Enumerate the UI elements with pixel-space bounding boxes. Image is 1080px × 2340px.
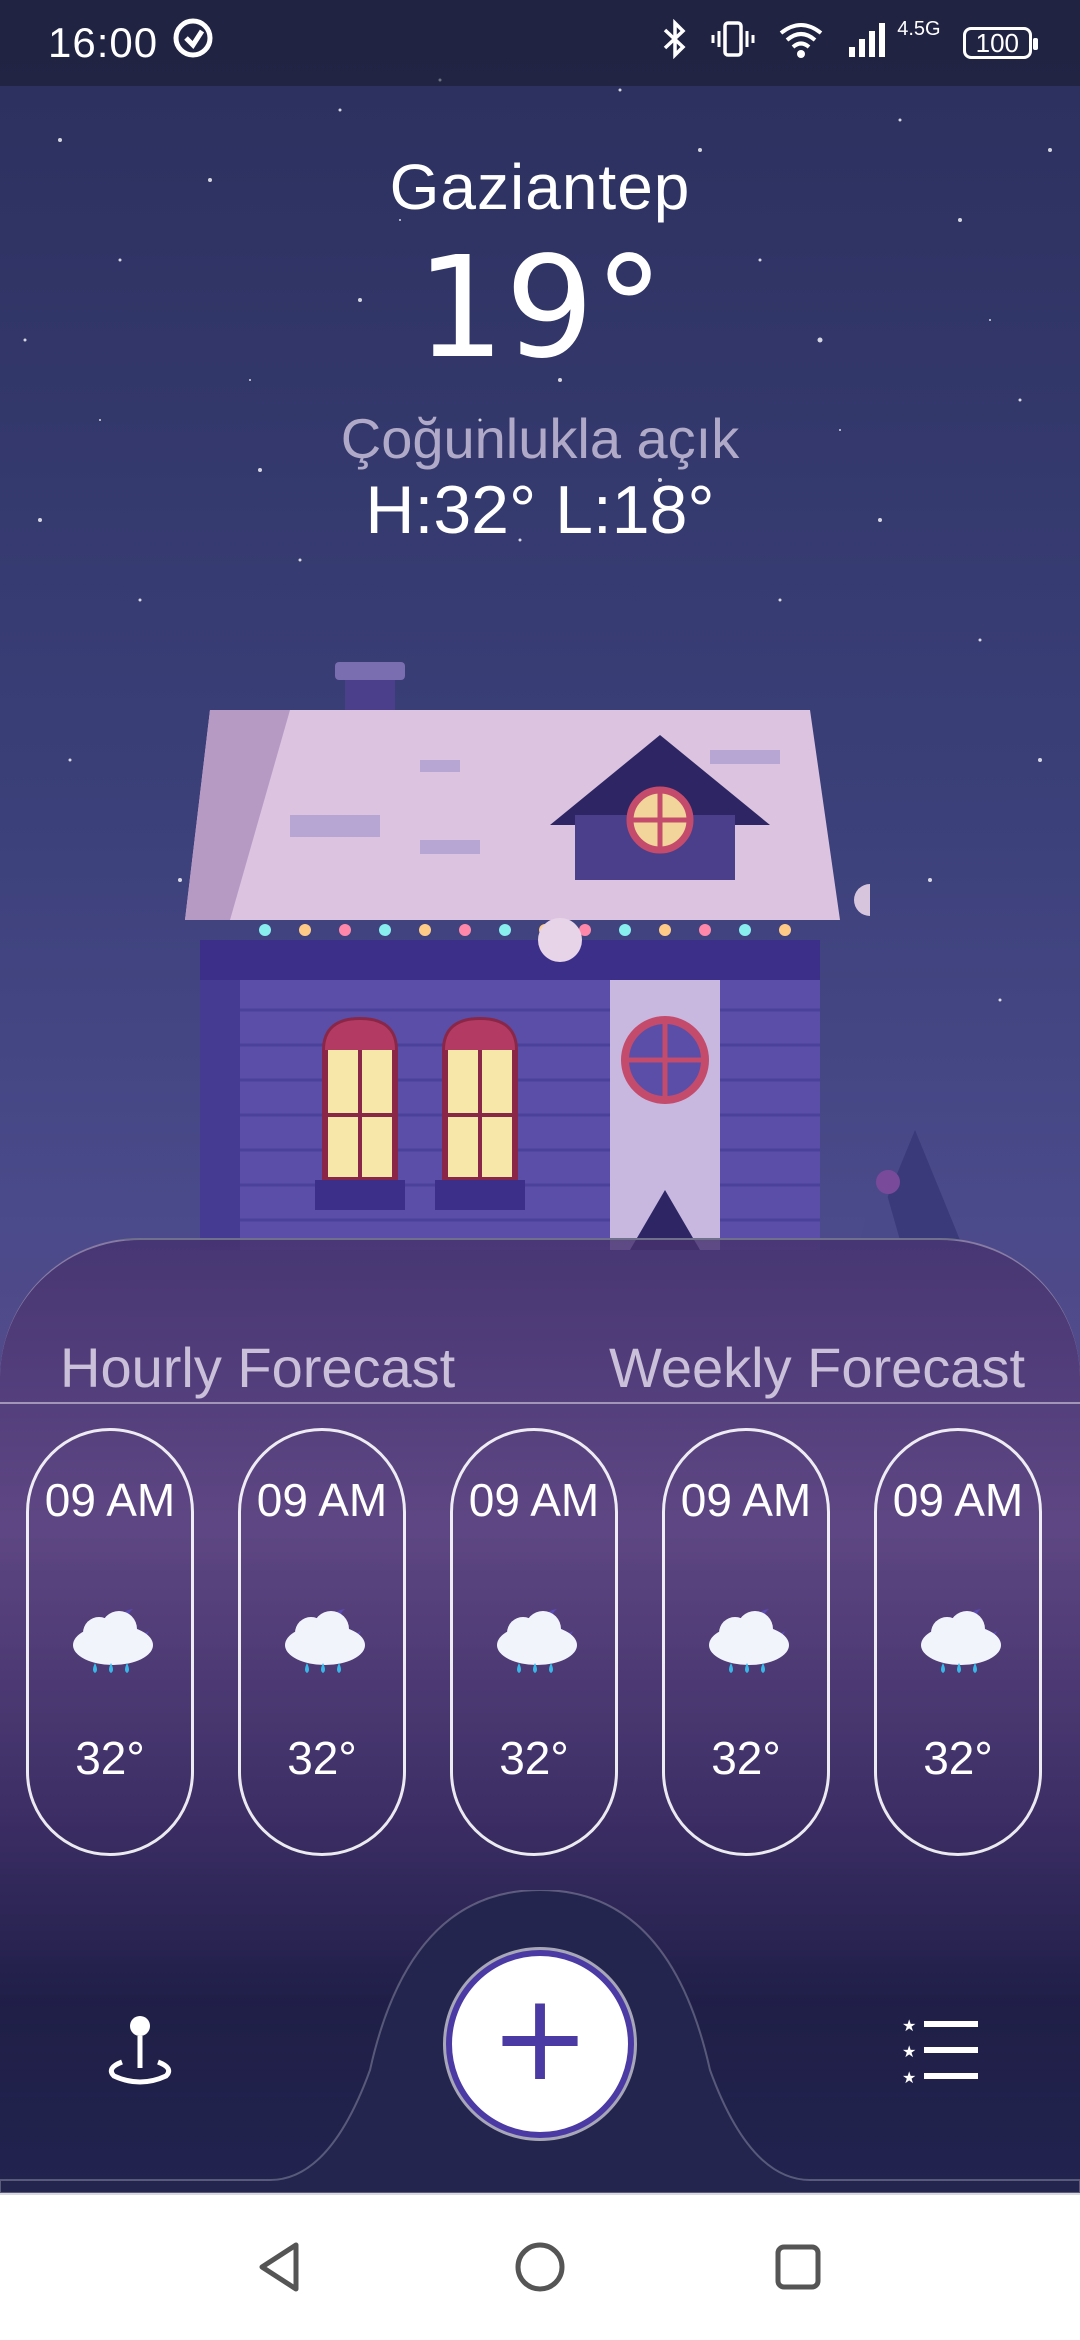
hour-temperature: 32° — [287, 1732, 357, 1784]
bluetooth-icon — [661, 18, 689, 68]
battery-indicator: 100 — [962, 27, 1039, 59]
hour-temperature: 32° — [711, 1732, 781, 1784]
weather-screen: 16:00 4.5G 100 Gaziantep 19° Çoğunlukla … — [0, 0, 1080, 2193]
tab-weekly-forecast[interactable]: Weekly Forecast — [609, 1335, 1025, 1400]
back-icon[interactable] — [252, 2237, 312, 2297]
current-weather: Gaziantep 19° Çoğunlukla açık H:32° L:18… — [0, 150, 1080, 549]
hour-time: 09 AM — [44, 1474, 176, 1526]
hour-temperature: 32° — [499, 1732, 569, 1784]
city-name: Gaziantep — [389, 151, 691, 223]
wifi-icon — [777, 19, 825, 68]
forecast-tabs: Hourly Forecast Weekly Forecast — [0, 1335, 1080, 1403]
tree-illustration — [860, 1130, 960, 1240]
house-illustration — [185, 662, 870, 1250]
night-cloud-rain-icon — [73, 1609, 153, 1673]
hour-time: 09 AM — [256, 1474, 388, 1526]
current-temperature: 19° — [415, 227, 665, 390]
starred-list-icon: ★ ★ ★ — [902, 2016, 978, 2087]
plus-icon: + — [489, 1969, 591, 2108]
night-cloud-rain-icon — [709, 1609, 789, 1673]
hour-card[interactable]: 09 AM 32° — [26, 1428, 194, 1856]
city-list-button[interactable]: ★ ★ ★ — [900, 2015, 980, 2087]
hour-card[interactable]: 09 AM 32° — [874, 1428, 1042, 1856]
status-time: 16:00 — [48, 19, 159, 66]
night-cloud-rain-icon — [497, 1609, 577, 1673]
high-low-temperature: H:32° L:18° — [365, 472, 715, 548]
svg-text:★: ★ — [902, 2016, 916, 2035]
hour-card[interactable]: 09 AM 32° — [238, 1428, 406, 1856]
hour-time: 09 AM — [892, 1474, 1024, 1526]
night-cloud-rain-icon — [921, 1609, 1001, 1673]
night-cloud-rain-icon — [285, 1609, 365, 1673]
hour-card[interactable]: 09 AM 32° — [662, 1428, 830, 1856]
do-not-disturb-icon — [172, 17, 214, 69]
weather-condition: Çoğunlukla açık — [340, 407, 740, 470]
signal-icon — [847, 19, 893, 68]
hour-card[interactable]: 09 AM 32° — [450, 1428, 618, 1856]
location-pin-icon — [108, 2016, 172, 2085]
status-bar: 16:00 4.5G 100 — [0, 0, 1080, 86]
hourly-forecast-list[interactable]: 09 AM 32° 09 AM 32° 09 AM 32° 09 AM 32° … — [0, 1428, 1080, 1858]
hour-temperature: 32° — [923, 1732, 993, 1784]
tab-hourly-forecast[interactable]: Hourly Forecast — [60, 1335, 455, 1400]
location-button[interactable] — [100, 2010, 180, 2090]
network-type-label: 4.5G — [897, 17, 941, 40]
vibrate-icon — [711, 19, 755, 68]
home-icon[interactable] — [510, 2237, 570, 2297]
bottom-navigation: + ★ ★ ★ — [0, 1890, 1080, 2193]
hour-time: 09 AM — [680, 1474, 812, 1526]
svg-text:★: ★ — [902, 2042, 916, 2061]
system-navigation-bar — [0, 2193, 1080, 2340]
tabs-divider — [0, 1402, 1080, 1404]
add-city-button[interactable]: + — [446, 1950, 634, 2138]
svg-text:★: ★ — [902, 2068, 916, 2085]
hour-time: 09 AM — [468, 1474, 600, 1526]
hour-temperature: 32° — [75, 1732, 145, 1784]
recent-apps-icon[interactable] — [768, 2237, 828, 2297]
